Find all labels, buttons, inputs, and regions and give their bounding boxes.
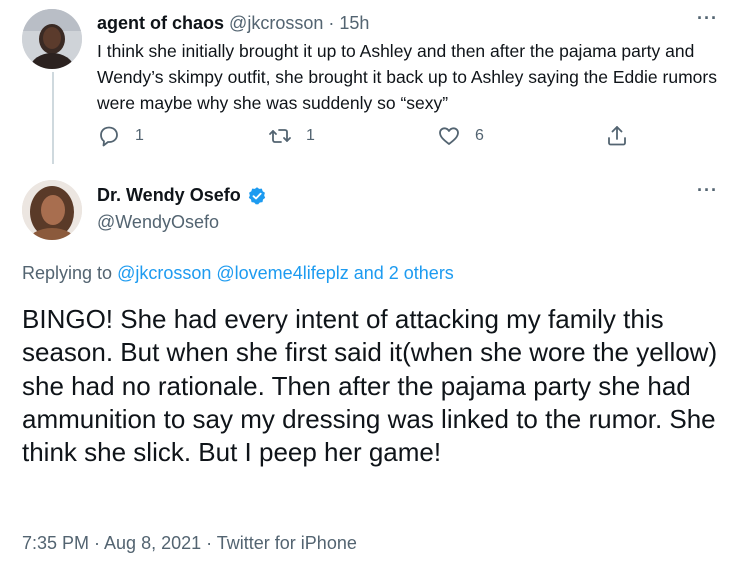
mention-link[interactable]: @jkcrosson [117,263,211,283]
retweet-button[interactable]: 1 [268,124,315,148]
avatar[interactable] [22,9,82,69]
like-button[interactable]: 6 [437,124,484,148]
more-options-icon[interactable]: ··· [697,180,718,201]
retweet-icon [269,129,291,143]
more-options-icon[interactable]: ··· [697,8,718,29]
share-icon [608,126,626,146]
like-count: 6 [475,127,484,144]
reply-author: agent of chaos @jkcrosson · 15h [97,13,369,34]
tweet-timestamp[interactable]: 7:35 PM · Aug 8, 2021 · Twitter for iPho… [22,533,357,554]
display-name[interactable]: agent of chaos [97,13,224,33]
reply-text: I think she initially brought it up to A… [97,41,717,113]
reply-icon [100,126,118,147]
reply-tweet: agent of chaos @jkcrosson · 15h ··· I th… [0,0,740,164]
avatar[interactable] [22,180,82,240]
separator: · [323,13,340,33]
verified-badge-icon [248,186,265,204]
handle[interactable]: @WendyOsefo [97,212,219,233]
reply-button[interactable]: 1 [97,124,144,148]
thread-line [52,72,54,164]
handle[interactable]: @jkcrosson [229,13,323,33]
share-button[interactable] [605,124,629,148]
reply-count: 1 [135,127,144,144]
display-name[interactable]: Dr. Wendy Osefo [97,185,241,206]
action-bar: 1 1 6 [97,124,657,154]
heart-icon [439,127,459,145]
retweet-count: 1 [306,127,315,144]
tweet-time[interactable]: 15h [339,13,369,33]
replying-to: Replying to @jkcrosson @loveme4lifeplz a… [22,263,454,284]
mention-link[interactable]: @loveme4lifeplz [216,263,348,283]
others-link[interactable]: and 2 others [354,263,454,283]
replying-prefix: Replying to [22,263,118,283]
author-name: Dr. Wendy Osefo [97,185,267,206]
tweet-text: BINGO! She had every intent of attacking… [22,304,718,468]
